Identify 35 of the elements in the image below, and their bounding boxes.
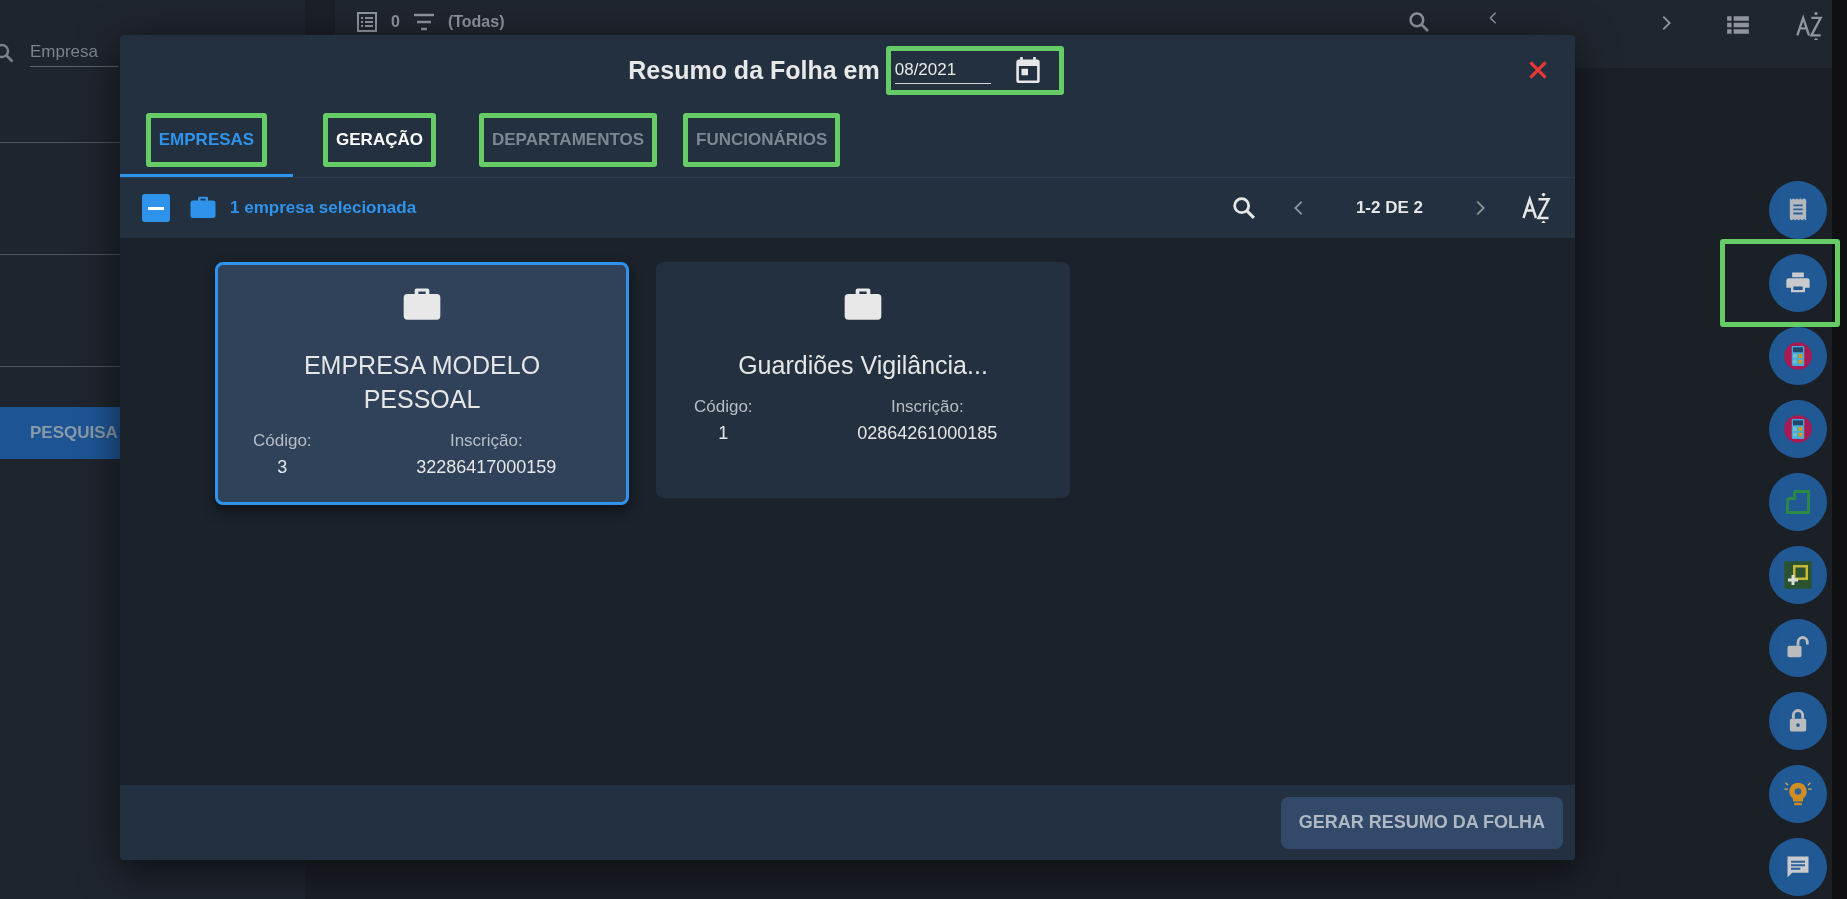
chevron-left-icon <box>1487 12 1499 24</box>
sort-az-icon <box>1795 12 1823 40</box>
filter-label: (Todas) <box>447 12 505 32</box>
field-label: Inscrição: <box>890 396 964 417</box>
tab[interactable]: EMPRESAS <box>158 129 255 150</box>
company-search-field[interactable]: Empresa <box>30 38 118 67</box>
field-label: Inscrição: <box>449 430 523 451</box>
page-range: 1-2 DE 2 <box>1355 198 1423 218</box>
calculator-icon <box>1783 341 1813 371</box>
company-card[interactable]: Guardiões Vigilância... Código: 1 Inscrição: 02864261000185 <box>656 262 1070 498</box>
field-value: 1 <box>718 422 729 444</box>
selection-count: 1 empresa selecionada <box>230 198 417 218</box>
calculator-icon <box>1783 414 1813 444</box>
search-button[interactable]: PESQUISA <box>0 407 120 459</box>
tab[interactable]: GERAÇÃO <box>336 129 423 150</box>
field-label: Código: <box>253 430 312 451</box>
field-value: 3 <box>277 456 288 478</box>
field-value: 02864261000185 <box>857 422 998 444</box>
item-count: 0 <box>391 12 400 32</box>
select-all-checkbox[interactable] <box>142 194 170 222</box>
list-icon <box>357 12 377 32</box>
company-name: EMPRESA MODELO PESSOAL <box>302 350 542 415</box>
company-card[interactable]: EMPRESA MODELO PESSOAL Código: 3 Inscrição: 32286417000159 <box>215 262 629 505</box>
add-frame-icon <box>1783 560 1813 590</box>
sort-az-icon <box>1521 193 1551 223</box>
calendar-icon <box>1014 57 1041 83</box>
generate-button[interactable]: GERAR RESUMO DA FOLHA <box>1280 796 1563 849</box>
search-icon <box>1409 12 1429 32</box>
page-corner-icon <box>1784 488 1812 516</box>
company-name: Guardiões Vigilância... <box>738 350 988 381</box>
field-label: Código: <box>694 396 753 417</box>
dialog-title: Resumo da Folha em <box>628 55 880 85</box>
filter-icon <box>413 12 434 32</box>
date-field[interactable]: 08/2021 <box>894 56 991 84</box>
field-value: 32286417000159 <box>416 456 557 478</box>
